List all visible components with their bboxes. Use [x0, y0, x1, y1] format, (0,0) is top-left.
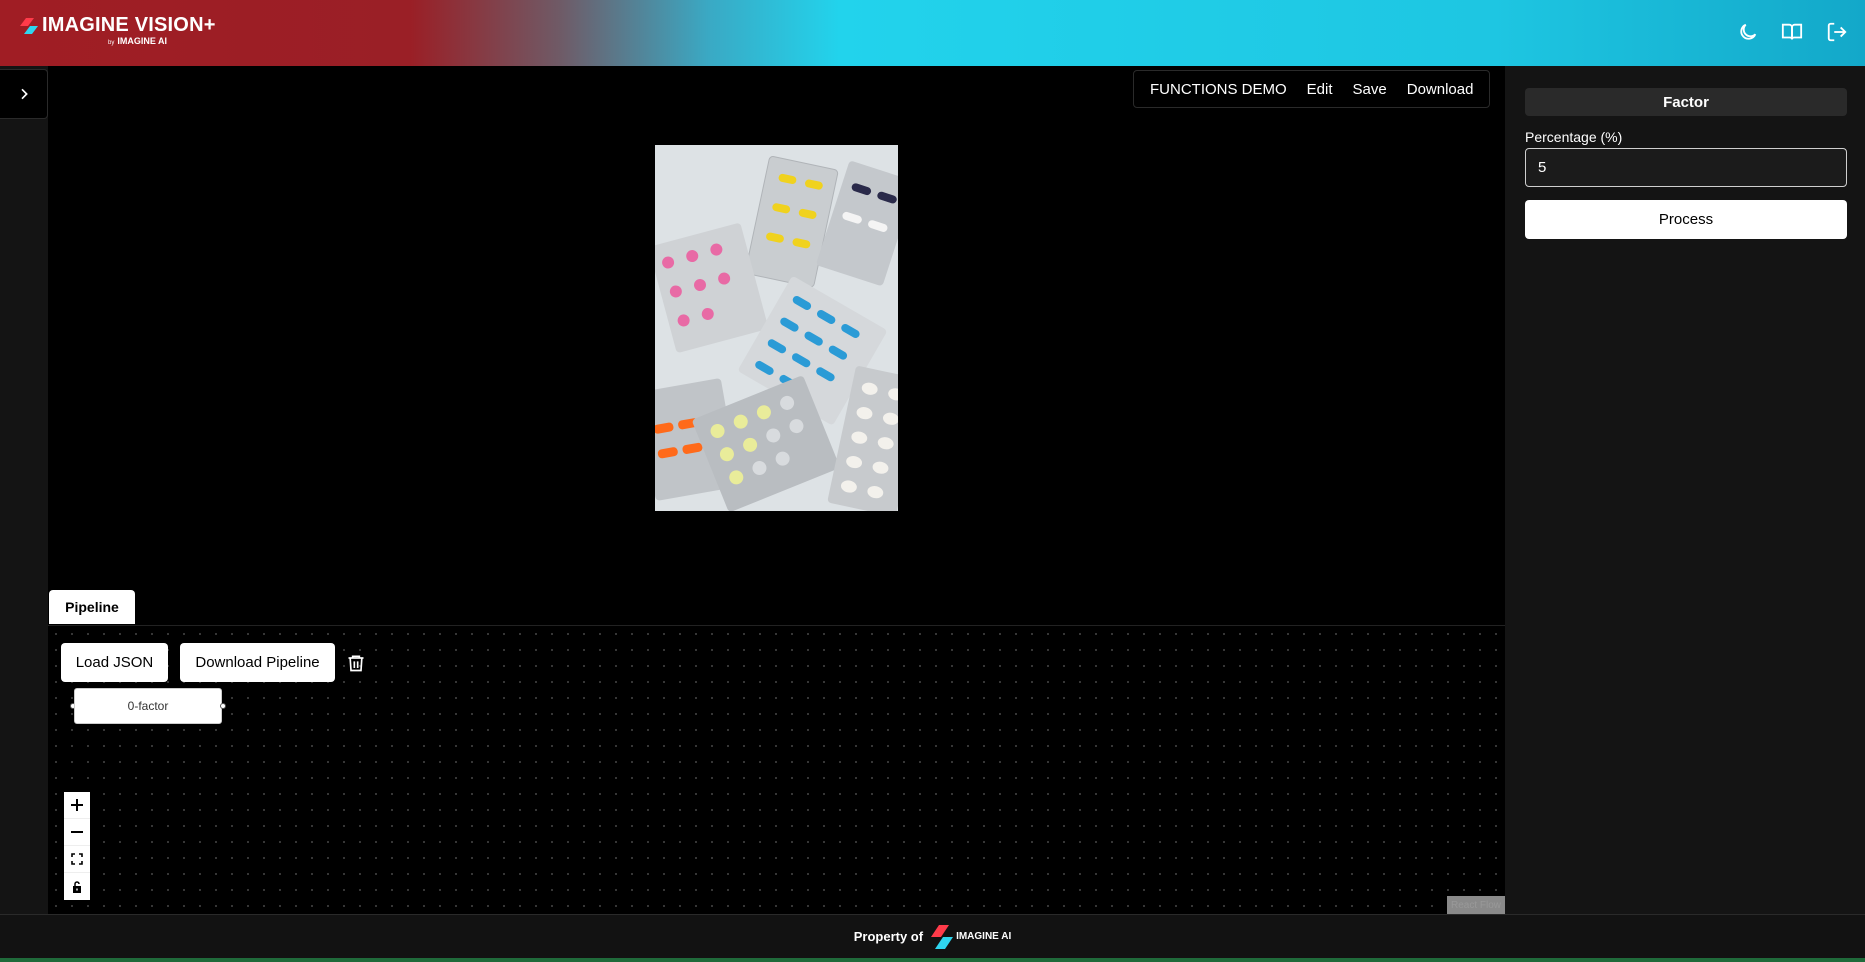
right-panel: [1505, 66, 1865, 914]
edit-button[interactable]: Edit: [1297, 81, 1343, 98]
logo-company: IMAGINE AI: [117, 36, 168, 46]
expand-sidebar-button[interactable]: [0, 69, 48, 119]
footer: Property of IMAGINE AI: [0, 914, 1865, 962]
chevron-right-icon: [20, 88, 28, 100]
react-flow-attribution[interactable]: React Flow: [1447, 896, 1505, 914]
flow-controls: [64, 792, 90, 900]
fit-view-icon[interactable]: [64, 846, 90, 873]
footer-logo: IMAGINE AI: [931, 924, 1012, 949]
load-json-button[interactable]: Load JSON: [61, 643, 168, 682]
node-output-handle[interactable]: [220, 703, 226, 709]
save-button[interactable]: Save: [1343, 81, 1397, 98]
process-button[interactable]: Process: [1525, 200, 1847, 239]
demo-title: FUNCTIONS DEMO: [1150, 80, 1287, 98]
pipeline-node[interactable]: 0-factor: [74, 688, 222, 724]
footer-company: IMAGINE AI: [956, 931, 1012, 942]
logout-icon[interactable]: [1824, 19, 1850, 45]
download-button[interactable]: Download: [1397, 81, 1484, 98]
moon-icon[interactable]: [1735, 19, 1761, 45]
preview-image: [655, 145, 898, 511]
left-rail: [0, 66, 48, 914]
zoom-out-icon[interactable]: [64, 819, 90, 846]
zoom-in-icon[interactable]: [64, 792, 90, 819]
percentage-input[interactable]: [1525, 148, 1847, 187]
logo-by: by: [108, 40, 115, 46]
footer-logo-mark-icon: [931, 924, 954, 949]
app-logo[interactable]: IMAGINE VISION+ by IMAGINE AI: [20, 14, 216, 48]
percentage-label: Percentage (%): [1525, 129, 1623, 145]
logo-text: IMAGINE VISION+: [42, 14, 216, 36]
top-header: IMAGINE VISION+ by IMAGINE AI: [0, 0, 1865, 66]
footer-text: Property of: [853, 929, 924, 944]
book-icon[interactable]: [1779, 19, 1805, 45]
logo-mark-icon: [20, 17, 38, 34]
download-pipeline-button[interactable]: Download Pipeline: [180, 643, 335, 682]
panel-section-title: Factor: [1525, 88, 1847, 116]
lock-icon[interactable]: [64, 873, 90, 900]
canvas-toolbar: FUNCTIONS DEMO Edit Save Download: [1133, 70, 1491, 108]
trash-icon[interactable]: [344, 651, 368, 675]
tab-pipeline[interactable]: Pipeline: [49, 590, 135, 624]
